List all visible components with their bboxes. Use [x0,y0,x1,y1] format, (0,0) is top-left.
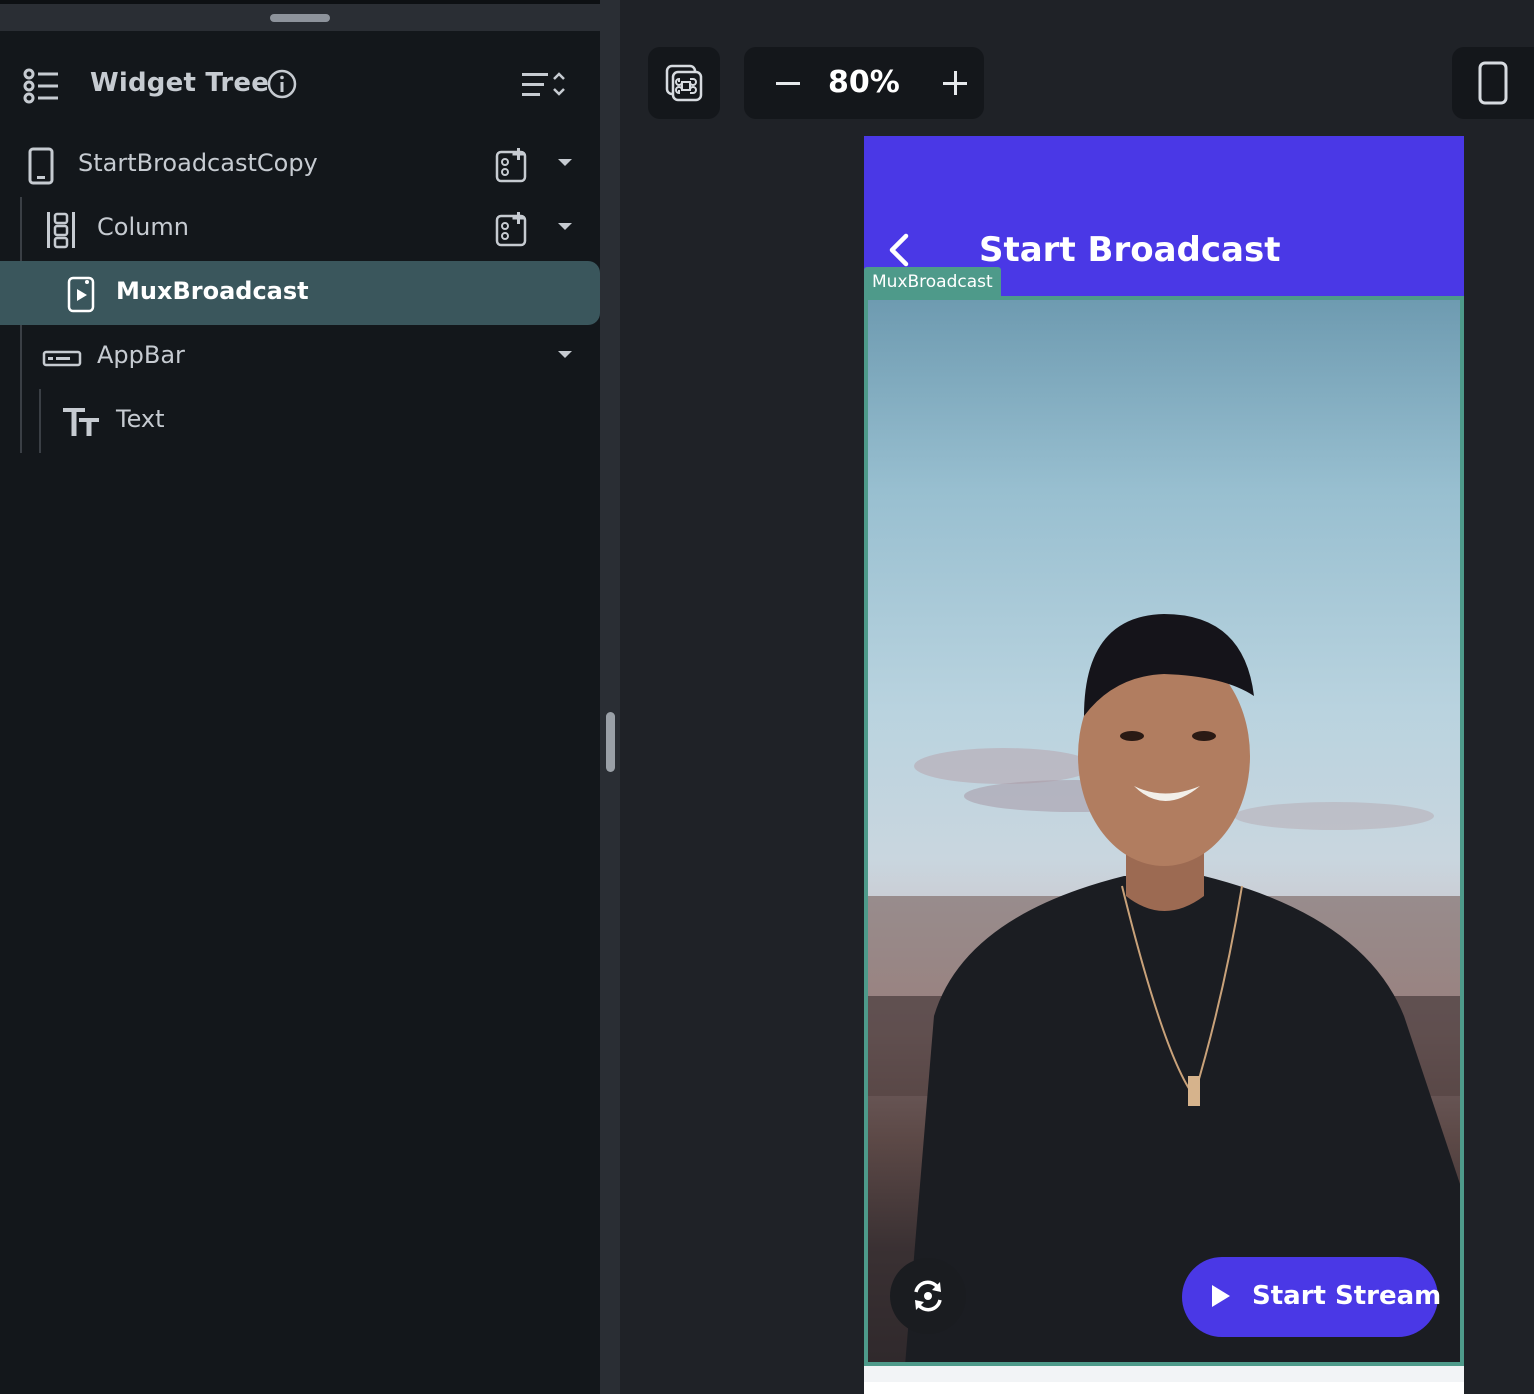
device-preview-button[interactable] [1452,47,1534,119]
tree-item-label: StartBroadcastCopy [78,149,318,177]
expand-caret-icon[interactable] [558,351,572,358]
video-widget-icon [66,275,96,317]
tree-list-icon [22,68,60,108]
start-stream-label: Start Stream [1252,1281,1442,1311]
tree-item-label: AppBar [97,341,185,369]
panel-drag-handle[interactable] [270,14,330,22]
tree-item-column[interactable]: Column [0,197,600,261]
tree-item-label: MuxBroadcast [116,277,309,305]
widget-tree-panel: Widget Tree StartBroadcastCopy Column Mu… [0,0,600,1394]
command-palette-button[interactable] [648,47,720,119]
command-key-icon [665,64,703,106]
back-arrow-icon[interactable] [886,232,912,272]
tree-item-label: Text [116,405,165,433]
zoom-in-button[interactable] [940,47,976,119]
tree-item-text[interactable]: Text [0,389,600,453]
column-icon [46,211,76,253]
zoom-out-button[interactable] [772,47,808,119]
panel-resize-grip[interactable] [606,712,615,772]
camera-preview-person [864,614,1464,1378]
tree-item-startbroadcastcopy[interactable]: StartBroadcastCopy [0,133,600,197]
tree-item-muxbroadcast[interactable]: MuxBroadcast [0,261,600,325]
selection-tag: MuxBroadcast [864,267,1001,297]
widget-tree-title: Widget Tree [90,68,270,98]
add-widget-icon[interactable] [495,147,529,187]
start-stream-button[interactable]: Start Stream [1182,1257,1442,1337]
info-icon[interactable] [266,68,298,104]
zoom-control: 80% [744,47,984,119]
text-icon [62,403,102,445]
zoom-level: 80% [828,65,900,100]
tree-item-appbar[interactable]: AppBar [0,325,600,389]
phone-icon [28,147,54,189]
switch-camera-button[interactable] [890,1258,966,1334]
widget-tree-header: Widget Tree [0,50,600,122]
phone-device-icon [1478,61,1508,109]
play-icon [1212,1285,1230,1307]
appbar-icon [42,339,82,381]
app-bar-title: Start Broadcast [979,230,1281,270]
collapse-all-icon[interactable] [522,70,568,104]
panel-divider [600,0,620,1394]
switch-camera-icon [910,1278,946,1318]
phone-preview: Start Broadcast MuxBroadcast Start Strea… [864,136,1464,1394]
tree-item-label: Column [97,213,189,241]
add-widget-icon[interactable] [495,211,529,251]
expand-caret-icon[interactable] [558,223,572,230]
preview-bottom-strip [864,1362,1464,1382]
expand-caret-icon[interactable] [558,159,572,166]
